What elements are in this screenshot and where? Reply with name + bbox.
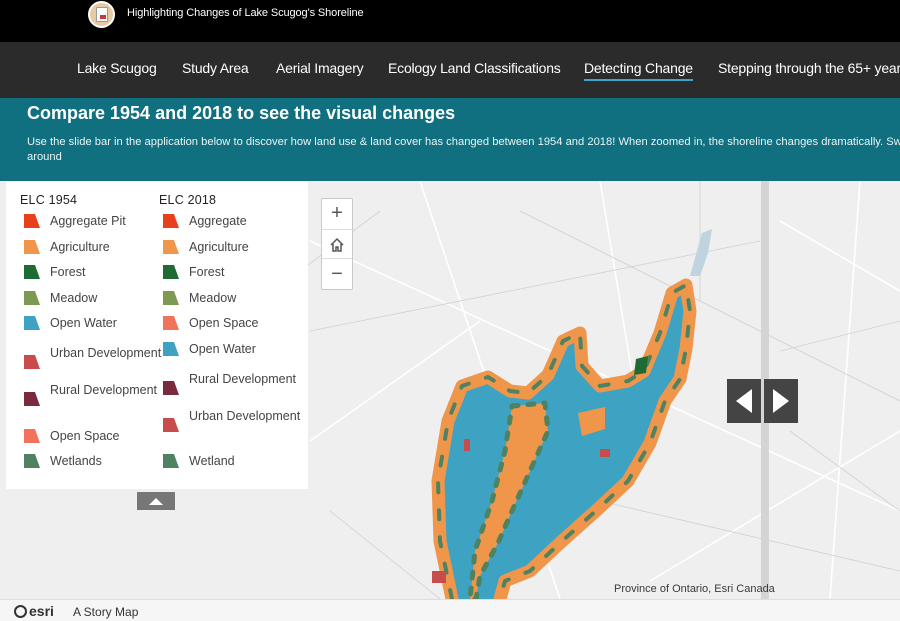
- legend-label: Forest: [50, 265, 86, 279]
- legend-label: Urban Development: [50, 346, 162, 360]
- legend-column-2018: ELC 2018 Aggregate Agriculture Forest Meado…: [159, 193, 300, 468]
- legend-swatch: [163, 418, 179, 432]
- legend-label: Open Space: [189, 316, 259, 330]
- map-view[interactable]: + − Province of Ontario, Esri Canada ELC…: [0, 181, 900, 599]
- legend-label: Aggregate: [189, 214, 247, 228]
- app-title: Highlighting Changes of Lake Scugog's Sh…: [127, 7, 364, 19]
- map-attribution: Province of Ontario, Esri Canada: [614, 583, 775, 595]
- story-map-label: A Story Map: [73, 605, 139, 619]
- legend-collapse-button[interactable]: [137, 492, 175, 510]
- legend-label: Agriculture: [189, 240, 249, 254]
- zoom-out-button[interactable]: −: [322, 260, 352, 290]
- legend-column-1954: ELC 1954 Aggregate Pit Agriculture Forest M…: [20, 193, 161, 468]
- legend-label: Meadow: [189, 291, 237, 305]
- legend-swatch: [24, 316, 40, 330]
- chevron-up-icon: [149, 498, 163, 505]
- legend-swatch: [24, 355, 40, 369]
- legend-label: Rural Development: [50, 383, 157, 397]
- swipe-left-button[interactable]: [727, 379, 761, 423]
- navigation-bar: Lake Scugog Study Area Aerial Imagery Ec…: [0, 42, 900, 98]
- legend-swatch: [24, 214, 40, 228]
- legend-swatch: [163, 454, 179, 468]
- legend-swatch: [24, 454, 40, 468]
- story-logo-icon: [88, 1, 115, 28]
- nav-ecology-land-classifications[interactable]: Ecology Land Classifications: [388, 60, 561, 76]
- legend-swatch: [163, 381, 179, 395]
- legend-label: Urban Development: [189, 409, 301, 423]
- swipe-right-button[interactable]: [764, 379, 798, 423]
- legend-panel: ELC 1954 Aggregate Pit Agriculture Forest M…: [6, 181, 308, 489]
- footer: esri A Story Map: [0, 599, 900, 621]
- legend-label: Meadow: [50, 291, 98, 305]
- nav-detecting-change[interactable]: Detecting Change: [584, 60, 693, 81]
- nav-stepping-through[interactable]: Stepping through the 65+ years: [718, 60, 900, 76]
- legend-label: Agriculture: [50, 240, 110, 254]
- section-description: Use the slide bar in the application bel…: [27, 136, 900, 163]
- nav-study-area[interactable]: Study Area: [182, 60, 249, 76]
- section-title: Compare 1954 and 2018 to see the visual …: [27, 103, 456, 123]
- legend-swatch: [163, 316, 179, 330]
- legend-label: Open Space: [50, 429, 120, 443]
- legend-swatch: [24, 392, 40, 406]
- legend-label: Open Water: [50, 316, 117, 330]
- arrow-left-icon: [736, 389, 752, 413]
- legend-label: Wetlands: [50, 454, 102, 468]
- arrow-right-icon: [773, 389, 789, 413]
- legend-label: Aggregate Pit: [50, 214, 126, 228]
- legend-swatch: [163, 342, 179, 356]
- legend-label: Open Water: [189, 342, 256, 356]
- globe-icon: [14, 605, 27, 618]
- legend-label: Wetland: [189, 454, 235, 468]
- nav-lake-scugog[interactable]: Lake Scugog: [77, 60, 157, 76]
- nav-aerial-imagery[interactable]: Aerial Imagery: [276, 60, 364, 76]
- top-bar: Highlighting Changes of Lake Scugog's Sh…: [0, 0, 900, 42]
- legend-title: ELC 1954: [20, 193, 78, 207]
- zoom-in-button[interactable]: +: [322, 199, 352, 229]
- legend-swatch: [24, 291, 40, 305]
- legend-swatch: [24, 429, 40, 443]
- section-header: Compare 1954 and 2018 to see the visual …: [0, 98, 900, 181]
- legend-swatch: [24, 265, 40, 279]
- legend-swatch: [24, 240, 40, 254]
- legend-swatch: [163, 265, 179, 279]
- zoom-controls: + −: [321, 198, 353, 290]
- legend-swatch: [163, 240, 179, 254]
- legend-label: Rural Development: [189, 372, 296, 386]
- legend-title: ELC 2018: [159, 193, 217, 207]
- home-icon: [330, 237, 344, 252]
- legend-swatch: [163, 291, 179, 305]
- legend-swatch: [163, 214, 179, 228]
- legend-label: Forest: [189, 265, 225, 279]
- esri-logo[interactable]: esri: [14, 603, 54, 619]
- home-button[interactable]: [322, 229, 352, 259]
